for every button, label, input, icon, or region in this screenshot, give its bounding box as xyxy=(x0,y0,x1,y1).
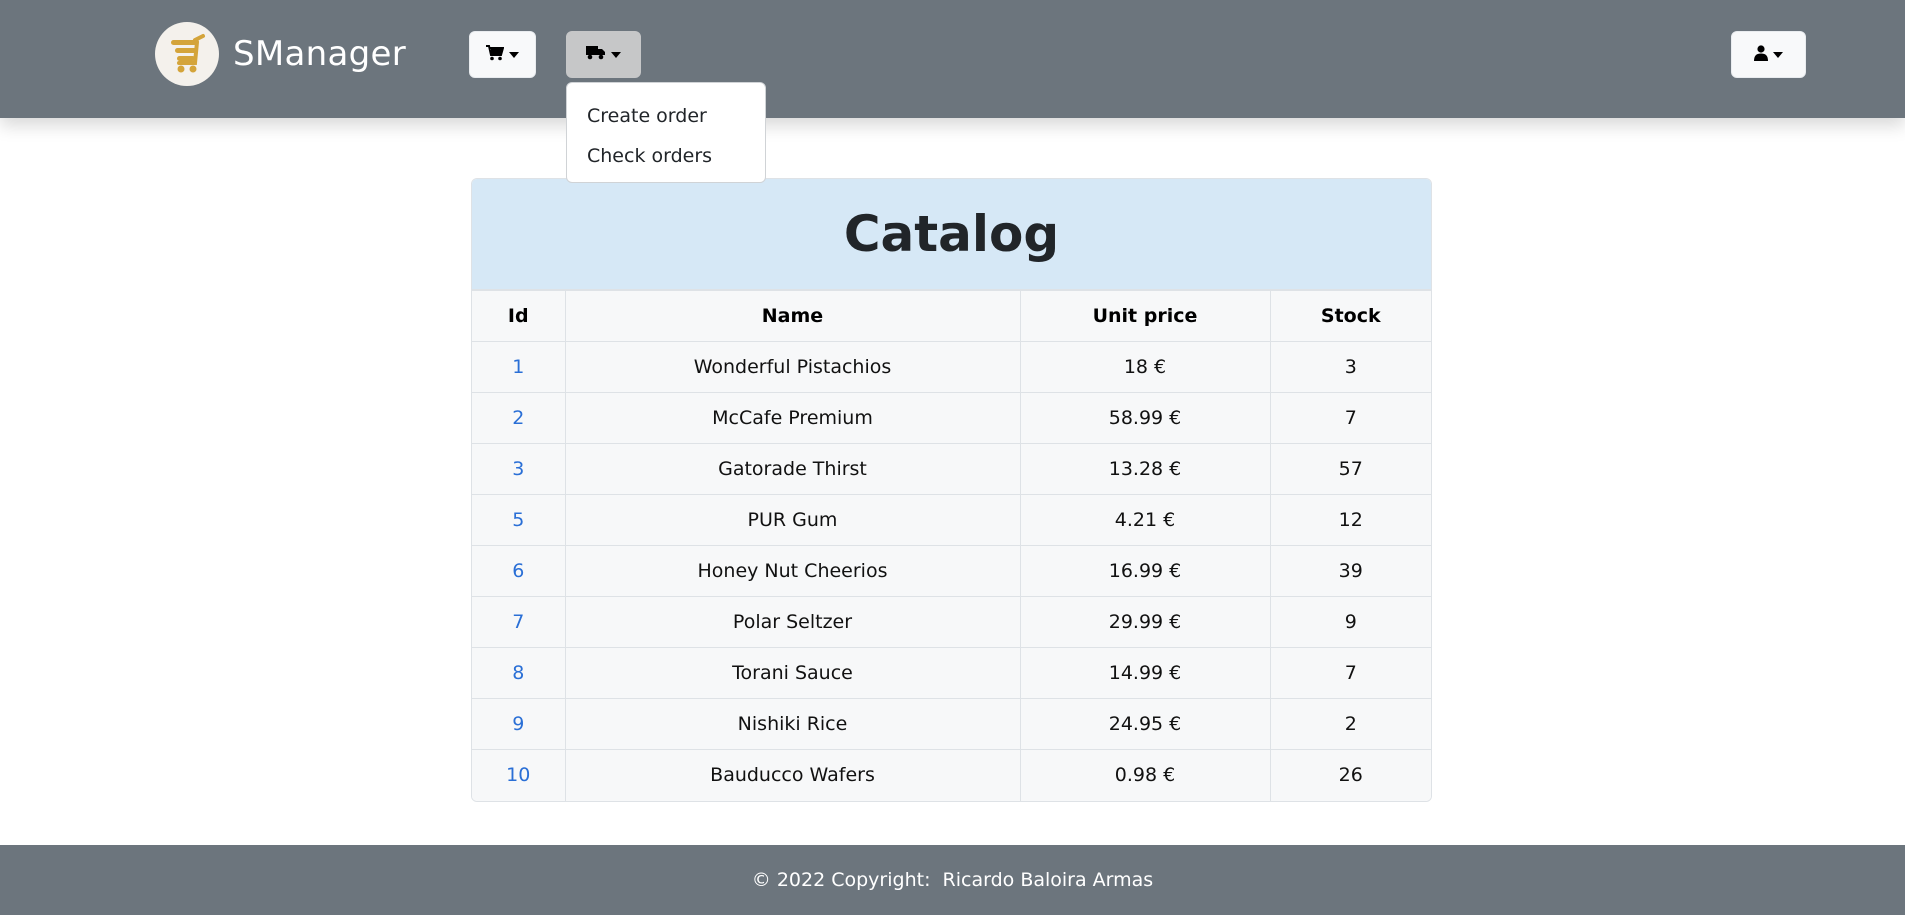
product-id-link[interactable]: 2 xyxy=(472,392,566,444)
brand-name: SManager xyxy=(233,34,407,74)
product-stock: 39 xyxy=(1269,545,1431,597)
copyright-text: © 2022 Copyright: Ricardo Baloira Armas xyxy=(751,869,1154,891)
product-id-link[interactable]: 3 xyxy=(472,443,566,495)
catalog-header: Catalog xyxy=(472,179,1431,290)
shopping-cart-icon xyxy=(486,44,505,65)
table-row: 8 Torani Sauce 14.99 € 7 xyxy=(472,647,1431,699)
product-unit-price: 24.95 € xyxy=(1019,698,1271,750)
create-order-menu-item[interactable]: Create order xyxy=(567,96,765,136)
product-id-link[interactable]: 10 xyxy=(472,749,566,801)
product-stock: 7 xyxy=(1269,392,1431,444)
column-header-name: Name xyxy=(564,290,1021,342)
product-unit-price: 14.99 € xyxy=(1019,647,1271,699)
product-unit-price: 18 € xyxy=(1019,341,1271,393)
product-unit-price: 13.28 € xyxy=(1019,443,1271,495)
product-unit-price: 0.98 € xyxy=(1019,749,1271,801)
cart-menu-button[interactable] xyxy=(469,31,536,78)
product-name: Honey Nut Cheerios xyxy=(564,545,1021,597)
truck-icon xyxy=(586,45,606,64)
product-name: Polar Seltzer xyxy=(564,596,1021,648)
product-name: Gatorade Thirst xyxy=(564,443,1021,495)
column-header-id: Id xyxy=(472,290,566,342)
table-row: 9 Nishiki Rice 24.95 € 2 xyxy=(472,698,1431,750)
brand[interactable]: SManager xyxy=(155,22,406,86)
chevron-down-icon xyxy=(611,51,621,58)
product-unit-price: 4.21 € xyxy=(1019,494,1271,546)
footer: © 2022 Copyright: Ricardo Baloira Armas xyxy=(0,845,1905,915)
product-stock: 12 xyxy=(1269,494,1431,546)
product-name: PUR Gum xyxy=(564,494,1021,546)
product-id-link[interactable]: 8 xyxy=(472,647,566,699)
product-unit-price: 29.99 € xyxy=(1019,596,1271,648)
chevron-down-icon xyxy=(1773,51,1783,58)
product-stock: 2 xyxy=(1269,698,1431,750)
catalog-card: Catalog Id Name Unit price Stock 1 Wonde… xyxy=(471,178,1432,802)
product-stock: 9 xyxy=(1269,596,1431,648)
top-navbar: SManager xyxy=(0,0,1905,118)
table-row: 5 PUR Gum 4.21 € 12 xyxy=(472,494,1431,546)
product-id-link[interactable]: 7 xyxy=(472,596,566,648)
product-id-link[interactable]: 9 xyxy=(472,698,566,750)
product-stock: 7 xyxy=(1269,647,1431,699)
table-row: 2 McCafe Premium 58.99 € 7 xyxy=(472,392,1431,444)
table-header-row: Id Name Unit price Stock xyxy=(472,290,1431,342)
product-name: Wonderful Pistachios xyxy=(564,341,1021,393)
table-row: 6 Honey Nut Cheerios 16.99 € 39 xyxy=(472,545,1431,597)
product-name: Torani Sauce xyxy=(564,647,1021,699)
product-id-link[interactable]: 1 xyxy=(472,341,566,393)
orders-dropdown-menu: Create order Check orders xyxy=(566,82,766,183)
user-icon xyxy=(1754,44,1768,65)
product-name: Bauducco Wafers xyxy=(564,749,1021,801)
page-title: Catalog xyxy=(843,205,1060,263)
column-header-stock: Stock xyxy=(1269,290,1431,342)
orders-menu-button[interactable] xyxy=(566,31,641,78)
product-name: McCafe Premium xyxy=(564,392,1021,444)
product-id-link[interactable]: 6 xyxy=(472,545,566,597)
column-header-unit-price: Unit price xyxy=(1019,290,1271,342)
catalog-table: Id Name Unit price Stock 1 Wonderful Pis… xyxy=(472,290,1431,801)
product-unit-price: 58.99 € xyxy=(1019,392,1271,444)
user-menu-button[interactable] xyxy=(1731,31,1806,78)
product-name: Nishiki Rice xyxy=(564,698,1021,750)
check-orders-menu-item[interactable]: Check orders xyxy=(567,136,765,176)
table-row: 3 Gatorade Thirst 13.28 € 57 xyxy=(472,443,1431,495)
chevron-down-icon xyxy=(509,51,519,58)
product-stock: 57 xyxy=(1269,443,1431,495)
product-unit-price: 16.99 € xyxy=(1019,545,1271,597)
product-stock: 3 xyxy=(1269,341,1431,393)
table-row: 7 Polar Seltzer 29.99 € 9 xyxy=(472,596,1431,648)
table-row: 1 Wonderful Pistachios 18 € 3 xyxy=(472,341,1431,393)
product-id-link[interactable]: 5 xyxy=(472,494,566,546)
shopping-cart-logo-icon xyxy=(155,22,219,86)
product-stock: 26 xyxy=(1269,749,1431,801)
table-row: 10 Bauducco Wafers 0.98 € 26 xyxy=(472,749,1431,801)
